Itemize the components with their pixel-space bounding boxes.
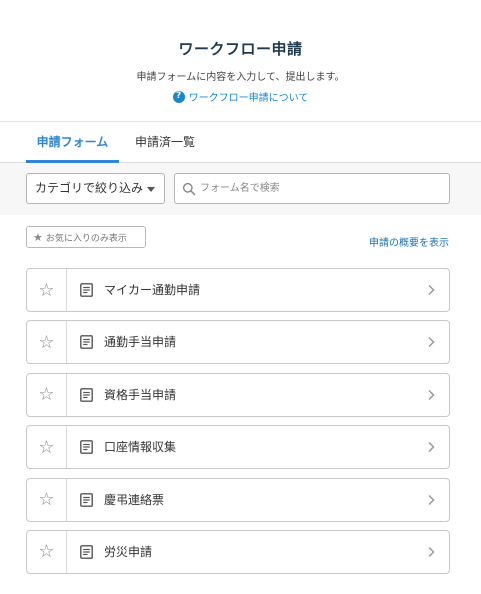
star-outline-icon[interactable]: ☆ bbox=[27, 373, 67, 416]
document-icon bbox=[80, 335, 93, 350]
form-item-bank-account-info[interactable]: ☆ 口座情報収集 bbox=[26, 425, 450, 470]
chevron-right-icon bbox=[428, 546, 435, 557]
tab-bar: 申請フォーム 申請済一覧 bbox=[0, 122, 481, 163]
form-item-commute-allowance[interactable]: ☆ 通勤手当申請 bbox=[26, 320, 450, 365]
search-icon bbox=[182, 182, 196, 196]
form-item-mycar-commute[interactable]: ☆ マイカー通勤申請 bbox=[26, 268, 450, 312]
star-outline-icon[interactable]: ☆ bbox=[27, 321, 67, 364]
help-link-label: ワークフロー申請について bbox=[188, 93, 309, 104]
document-icon bbox=[80, 283, 93, 297]
form-item-label: 労災申請 bbox=[104, 544, 153, 559]
chevron-right-icon bbox=[428, 284, 435, 296]
search-input[interactable] bbox=[200, 174, 440, 203]
filter-bar: カテゴリで絞り込み bbox=[0, 163, 481, 215]
tab-submitted-list[interactable]: 申請済一覧 bbox=[124, 122, 206, 163]
form-item-label: 資格手当申請 bbox=[104, 387, 177, 402]
star-outline-icon[interactable]: ☆ bbox=[27, 530, 67, 573]
page-header: ワークフロー申請 申請フォームに内容を入力して、提出します。 ? ワークフロー申… bbox=[0, 0, 481, 122]
chevron-right-icon bbox=[428, 389, 435, 400]
document-icon bbox=[80, 387, 93, 402]
favorites-only-toggle[interactable]: ★ お気に入りのみ表示 bbox=[26, 226, 146, 248]
search-box[interactable] bbox=[174, 173, 450, 204]
star-outline-icon[interactable]: ☆ bbox=[27, 426, 67, 469]
document-icon bbox=[80, 545, 93, 559]
chevron-right-icon bbox=[428, 337, 435, 348]
document-icon bbox=[80, 492, 93, 507]
form-item-label: 通勤手当申請 bbox=[104, 335, 177, 350]
form-list: ☆ マイカー通勤申請 ☆ 通勤手当申請 ☆ 資格手当申請 ☆ 口座情報収集 ☆ … bbox=[26, 268, 450, 582]
category-filter-select[interactable]: カテゴリで絞り込み bbox=[26, 173, 165, 204]
overview-link[interactable]: 申請の概要を表示 bbox=[369, 234, 449, 249]
star-filled-icon: ★ bbox=[33, 230, 43, 244]
form-item-label: 慶弔連絡票 bbox=[104, 492, 165, 507]
form-item-workers-comp[interactable]: ☆ 労災申請 bbox=[26, 529, 450, 574]
favorites-only-label: お気に入りのみ表示 bbox=[45, 233, 127, 244]
help-link[interactable]: ? ワークフロー申請について bbox=[0, 89, 481, 104]
caret-down-icon bbox=[147, 187, 155, 192]
category-filter-label: カテゴリで絞り込み bbox=[35, 181, 144, 195]
form-item-condolence-notice[interactable]: ☆ 慶弔連絡票 bbox=[26, 477, 450, 522]
page-subtitle: 申請フォームに内容を入力して、提出します。 bbox=[136, 72, 345, 83]
chevron-right-icon bbox=[428, 442, 435, 453]
chevron-right-icon bbox=[428, 494, 435, 505]
star-outline-icon[interactable]: ☆ bbox=[27, 269, 67, 311]
form-item-qualification-allowance[interactable]: ☆ 資格手当申請 bbox=[26, 372, 450, 417]
document-icon bbox=[80, 440, 93, 455]
star-outline-icon[interactable]: ☆ bbox=[27, 478, 67, 521]
page-title: ワークフロー申請 bbox=[178, 40, 303, 58]
form-item-label: マイカー通勤申請 bbox=[104, 283, 201, 297]
help-circle-icon: ? bbox=[172, 90, 185, 103]
tab-application-form[interactable]: 申請フォーム bbox=[26, 122, 119, 163]
form-item-label: 口座情報収集 bbox=[104, 440, 177, 455]
